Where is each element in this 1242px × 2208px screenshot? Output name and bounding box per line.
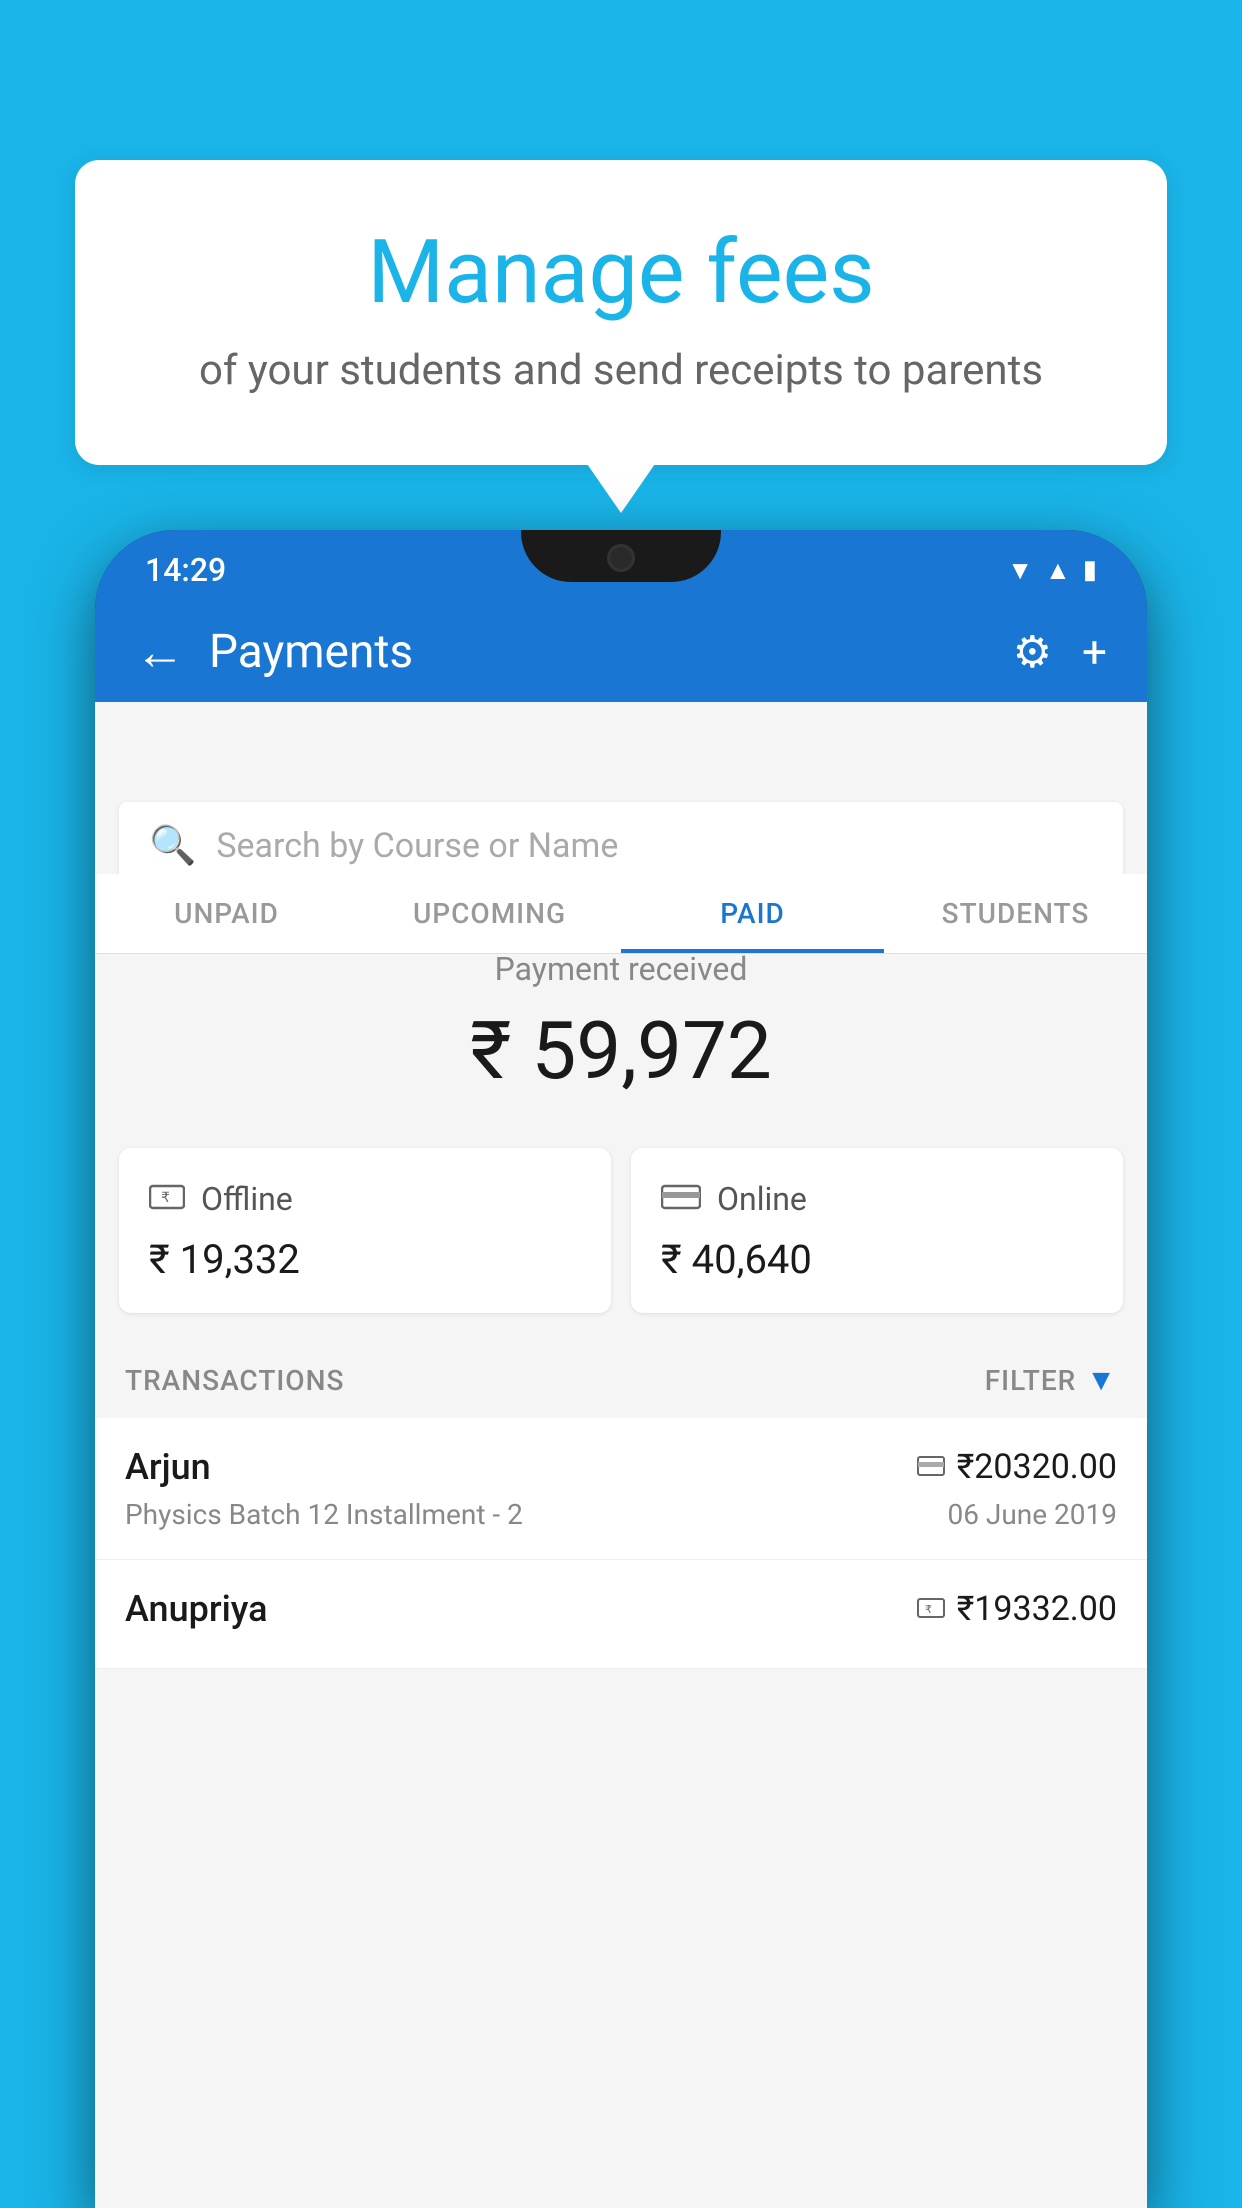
filter-button[interactable]: FILTER ▼ xyxy=(985,1363,1117,1398)
header-title: Payments xyxy=(209,625,1013,679)
tabs-container: UNPAID UPCOMING PAID STUDENTS xyxy=(95,874,1147,954)
svg-text:₹: ₹ xyxy=(925,1604,932,1616)
speech-bubble-container: Manage fees of your students and send re… xyxy=(75,160,1167,465)
transaction-date: 06 June 2019 xyxy=(947,1498,1117,1531)
online-card-header: Online xyxy=(661,1178,1093,1220)
transaction-course: Physics Batch 12 Installment - 2 xyxy=(125,1498,523,1531)
transaction-bottom: Physics Batch 12 Installment - 2 06 June… xyxy=(125,1498,1117,1531)
tab-unpaid[interactable]: UNPAID xyxy=(95,874,358,953)
transaction-amount-2: ₹19332.00 xyxy=(957,1589,1117,1629)
phone-container: 14:29 ▼ ▲ ▮ ← Payments ⚙ + xyxy=(95,530,1147,2208)
transactions-label: TRANSACTIONS xyxy=(125,1364,344,1397)
content-scroll: 🔍 Search by Course or Name Payment recei… xyxy=(95,782,1147,2208)
transaction-amount-wrap: ₹20320.00 xyxy=(917,1447,1117,1487)
transaction-amount: ₹20320.00 xyxy=(957,1447,1117,1487)
status-time: 14:29 xyxy=(145,551,226,589)
bubble-subtitle: of your students and send receipts to pa… xyxy=(155,346,1087,395)
phone-frame: 14:29 ▼ ▲ ▮ ← Payments ⚙ + xyxy=(95,530,1147,2208)
transaction-top: Arjun ₹20320.00 xyxy=(125,1446,1117,1488)
offline-amount: ₹ 19,332 xyxy=(149,1236,581,1283)
filter-icon: ▼ xyxy=(1086,1363,1117,1398)
transaction-name: Arjun xyxy=(125,1446,211,1488)
filter-label: FILTER xyxy=(985,1364,1077,1397)
bubble-title: Manage fees xyxy=(155,220,1087,326)
offline-icon: ₹ xyxy=(149,1178,185,1220)
wifi-icon: ▼ xyxy=(1007,555,1033,586)
online-amount: ₹ 40,640 xyxy=(661,1236,1093,1283)
offline-payment-card: ₹ Offline ₹ 19,332 xyxy=(119,1148,611,1313)
speech-bubble: Manage fees of your students and send re… xyxy=(75,160,1167,465)
header-icons: ⚙ + xyxy=(1013,626,1107,678)
transaction-row[interactable]: Anupriya ₹ ₹19332.00 xyxy=(95,1560,1147,1669)
transaction-amount-wrap-2: ₹ ₹19332.00 xyxy=(917,1589,1117,1629)
transaction-card-icon xyxy=(917,1451,945,1484)
back-button[interactable]: ← xyxy=(135,623,185,682)
offline-label: Offline xyxy=(201,1180,293,1218)
payment-total-amount: ₹ 59,972 xyxy=(119,1004,1123,1098)
search-icon: 🔍 xyxy=(149,824,196,868)
phone-camera xyxy=(607,544,635,572)
transaction-name-2: Anupriya xyxy=(125,1588,268,1630)
payment-received-label: Payment received xyxy=(119,950,1123,988)
status-icons: ▼ ▲ ▮ xyxy=(1007,555,1097,586)
tab-paid[interactable]: PAID xyxy=(621,874,884,953)
online-icon xyxy=(661,1178,701,1220)
settings-icon[interactable]: ⚙ xyxy=(1013,626,1052,678)
online-payment-card: Online ₹ 40,640 xyxy=(631,1148,1123,1313)
transaction-top: Anupriya ₹ ₹19332.00 xyxy=(125,1588,1117,1630)
svg-text:₹: ₹ xyxy=(161,1189,170,1205)
tab-upcoming[interactable]: UPCOMING xyxy=(358,874,621,953)
transaction-rupee-icon: ₹ xyxy=(917,1593,945,1626)
search-placeholder: Search by Course or Name xyxy=(216,826,618,866)
phone-notch xyxy=(521,530,721,582)
signal-icon: ▲ xyxy=(1045,555,1071,586)
background: Manage fees of your students and send re… xyxy=(0,0,1242,2208)
battery-icon: ▮ xyxy=(1083,555,1097,585)
app-header: ← Payments ⚙ + xyxy=(95,602,1147,702)
tab-students[interactable]: STUDENTS xyxy=(884,874,1147,953)
transactions-header: TRANSACTIONS FILTER ▼ xyxy=(95,1343,1147,1418)
transaction-row[interactable]: Arjun ₹20320.00 xyxy=(95,1418,1147,1560)
online-label: Online xyxy=(717,1180,807,1218)
offline-card-header: ₹ Offline xyxy=(149,1178,581,1220)
payment-cards: ₹ Offline ₹ 19,332 xyxy=(95,1128,1147,1343)
screen-content: UNPAID UPCOMING PAID STUDENTS xyxy=(95,702,1147,2208)
add-icon[interactable]: + xyxy=(1082,626,1107,678)
